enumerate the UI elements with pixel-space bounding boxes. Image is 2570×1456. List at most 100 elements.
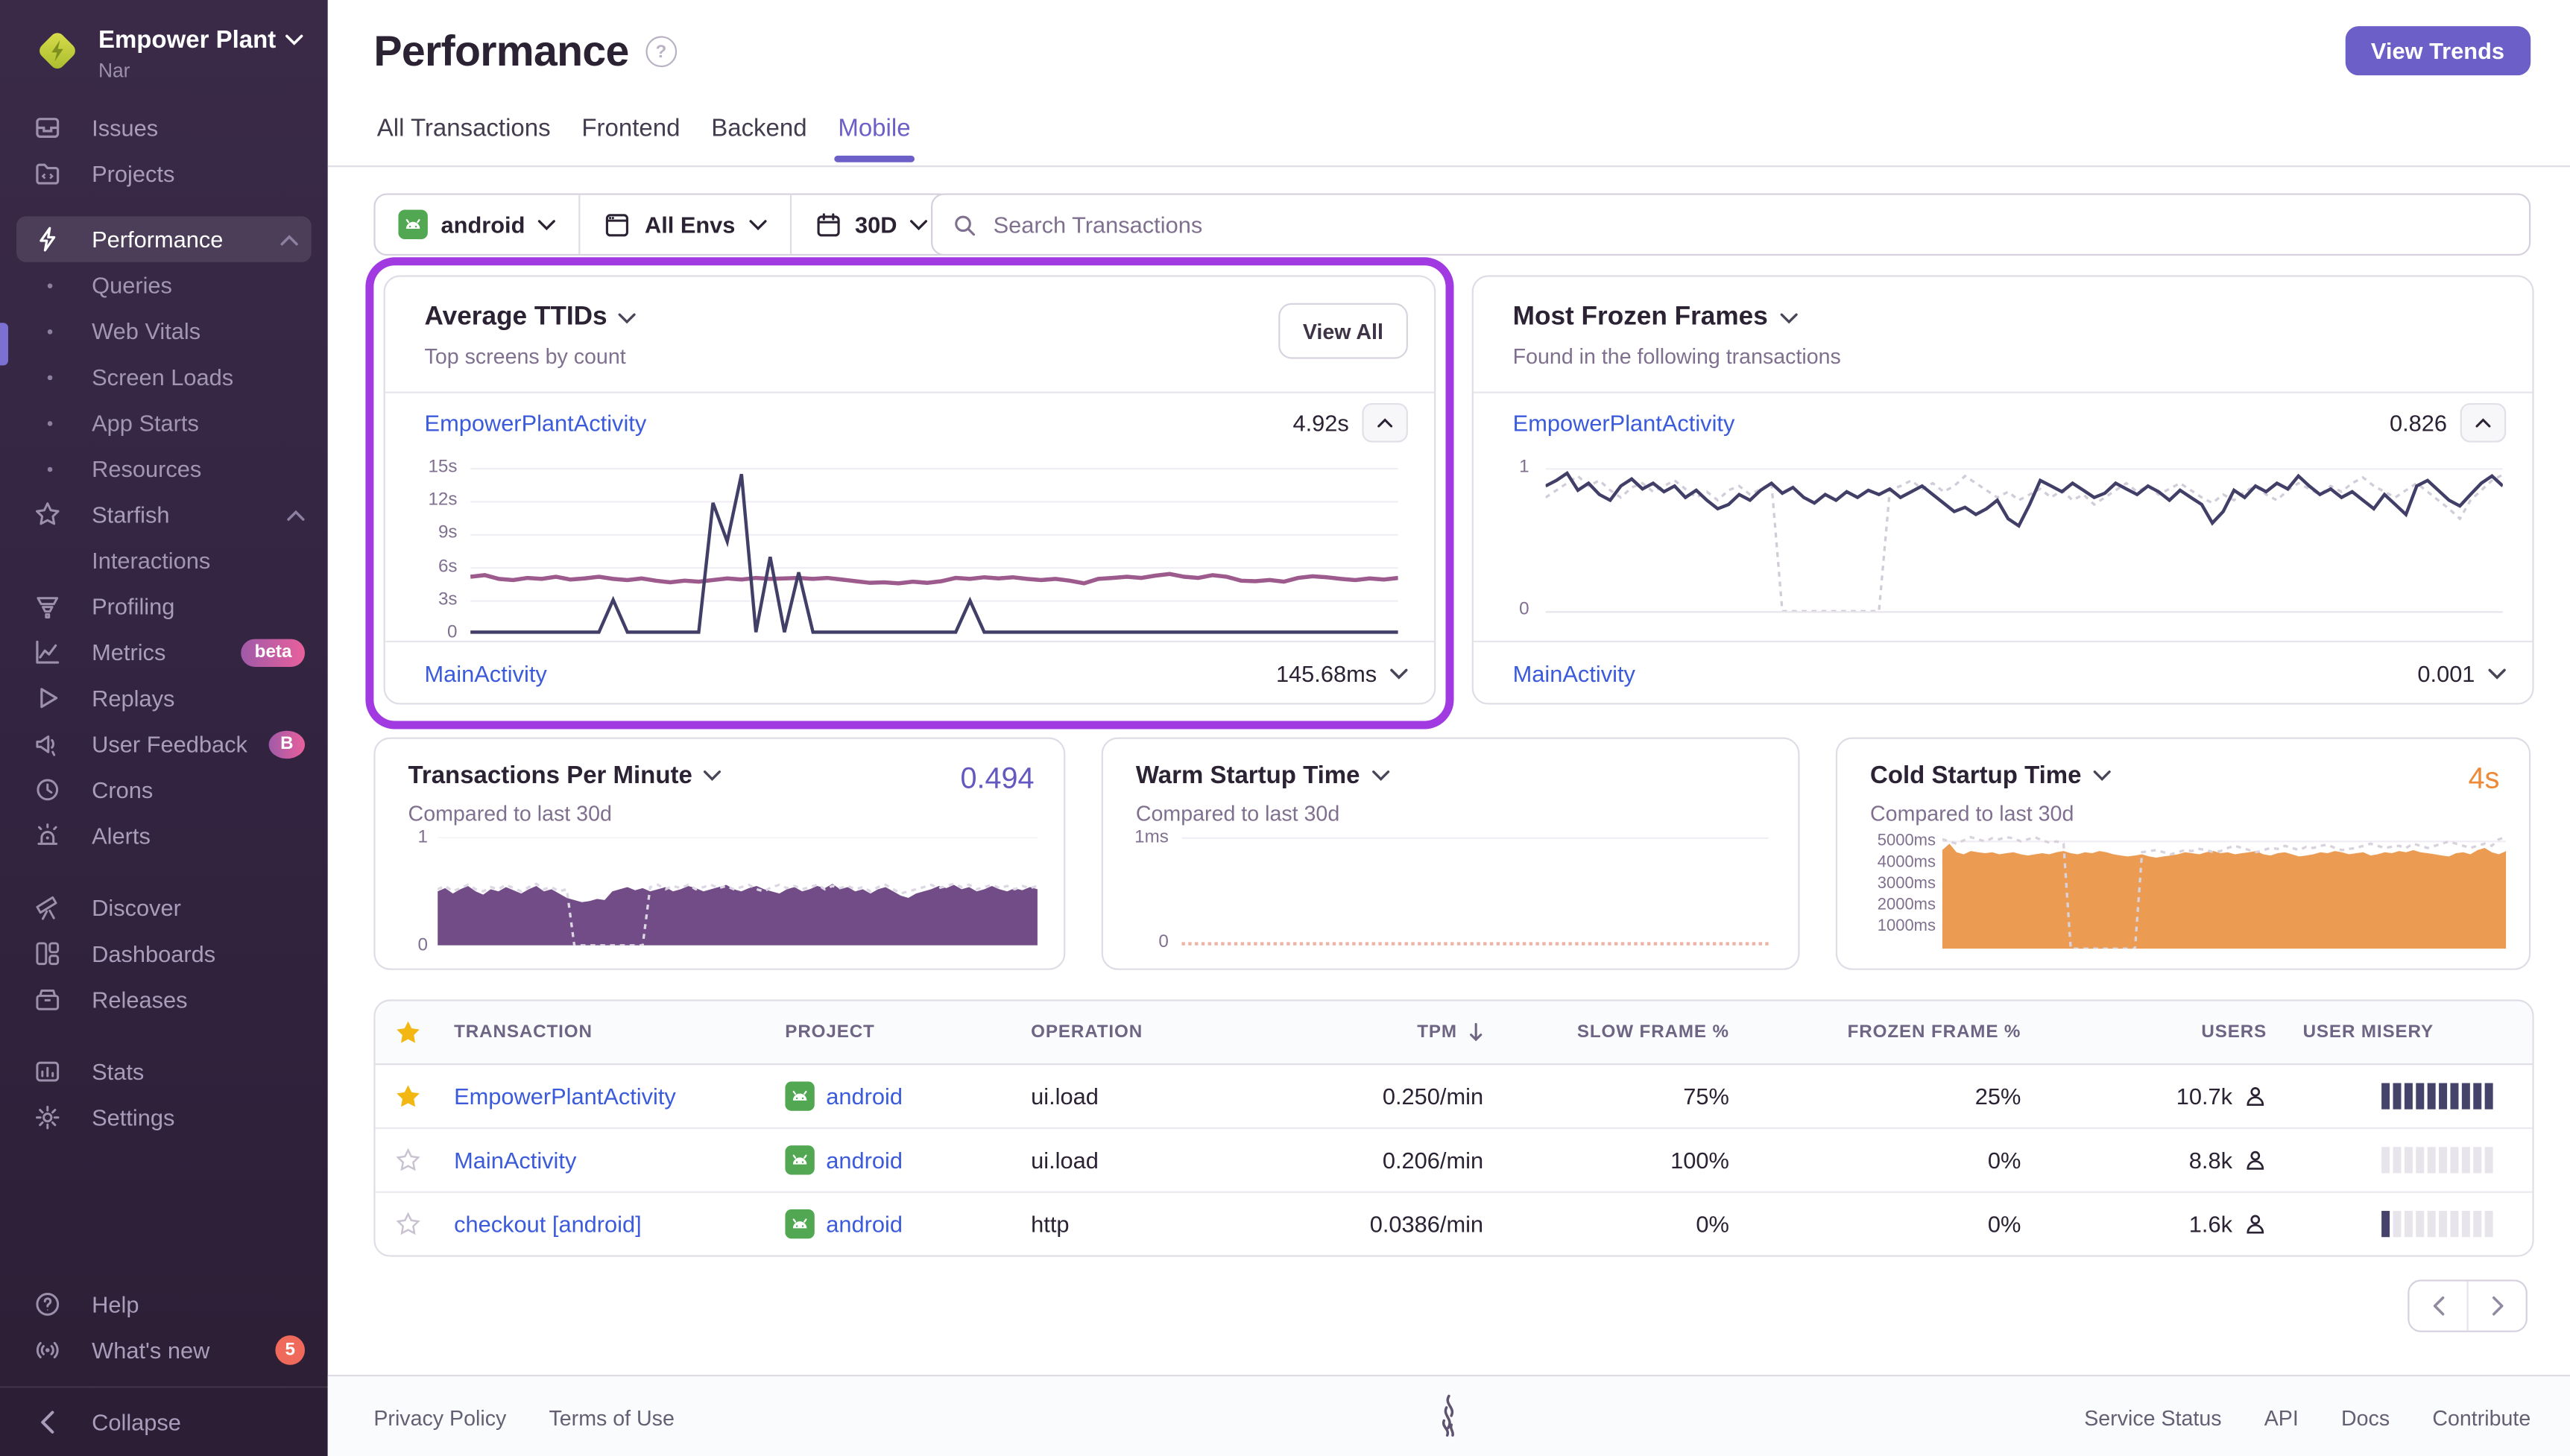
y-axis-label: 0 bbox=[447, 622, 458, 643]
card-subtitle: Compared to last 30d bbox=[1135, 801, 1340, 826]
chevron-up-icon bbox=[287, 509, 305, 520]
sidebar-item-discover[interactable]: Discover bbox=[0, 884, 328, 931]
chevron-left-icon bbox=[2432, 1296, 2444, 1316]
org-switcher[interactable]: Empower Plant Nar bbox=[33, 26, 304, 82]
sidebar-item-label: Issues bbox=[92, 114, 159, 142]
sidebar-item-label: Crons bbox=[92, 776, 154, 803]
sidebar-item-releases[interactable]: Releases bbox=[0, 977, 328, 1023]
sidebar-item-profiling[interactable]: Profiling bbox=[0, 583, 328, 630]
sidebar-item-settings[interactable]: Settings bbox=[0, 1095, 328, 1141]
user-misery-bars bbox=[2293, 1083, 2519, 1110]
sidebar-item-metrics[interactable]: Metrics beta bbox=[0, 629, 328, 675]
transaction-link[interactable]: checkout [android] bbox=[454, 1211, 642, 1237]
sidebar-item-dashboards[interactable]: Dashboards bbox=[0, 931, 328, 977]
column-header-transaction[interactable]: TRANSACTION bbox=[441, 1022, 772, 1042]
project-filter-dropdown[interactable]: android bbox=[376, 195, 579, 254]
sidebar-item-app-starts[interactable]: App Starts bbox=[0, 400, 328, 446]
terms-of-use-link[interactable]: Terms of Use bbox=[549, 1405, 674, 1430]
tab-frontend[interactable]: Frontend bbox=[578, 115, 683, 162]
star-filled-icon[interactable] bbox=[395, 1019, 421, 1045]
sidebar-item-interactions[interactable]: Interactions bbox=[0, 537, 328, 583]
transaction-link[interactable]: EmpowerPlantActivity bbox=[425, 410, 647, 436]
column-header-project[interactable]: PROJECT bbox=[772, 1022, 1018, 1042]
view-all-button[interactable]: View All bbox=[1278, 303, 1408, 359]
docs-link[interactable]: Docs bbox=[2341, 1405, 2390, 1430]
column-header-slow-frame[interactable]: SLOW FRAME % bbox=[1497, 1022, 1743, 1042]
sidebar-collapse-button[interactable]: Collapse bbox=[0, 1386, 328, 1456]
expand-chart-button[interactable] bbox=[2488, 668, 2506, 679]
transaction-link[interactable]: EmpowerPlantActivity bbox=[454, 1083, 676, 1110]
column-header-tpm[interactable]: TPM bbox=[1247, 1022, 1496, 1042]
star-outline-icon[interactable] bbox=[395, 1211, 421, 1237]
collapse-chart-button[interactable] bbox=[2460, 402, 2507, 443]
expand-chart-button[interactable] bbox=[1390, 668, 1408, 679]
sidebar-item-replays[interactable]: Replays bbox=[0, 675, 328, 721]
sidebar-item-label: Starfish bbox=[92, 501, 170, 528]
card-title[interactable]: Transactions Per Minute bbox=[408, 762, 722, 790]
sidebar-item-queries[interactable]: Queries bbox=[0, 262, 328, 308]
table-row: checkout [android] android http 0.0386/m… bbox=[375, 1191, 2533, 1256]
view-trends-button[interactable]: View Trends bbox=[2344, 26, 2531, 76]
column-header-users[interactable]: USERS bbox=[2034, 1022, 2280, 1042]
column-header-frozen-frame[interactable]: FROZEN FRAME % bbox=[1743, 1022, 2034, 1042]
sidebar-item-web-vitals[interactable]: Web Vitals bbox=[0, 308, 328, 354]
privacy-policy-link[interactable]: Privacy Policy bbox=[373, 1405, 506, 1430]
column-header-user-misery[interactable]: USER MISERY bbox=[2280, 1022, 2533, 1042]
environment-filter-dropdown[interactable]: All Envs bbox=[578, 194, 789, 254]
chevron-left-icon bbox=[33, 1408, 63, 1437]
slow-frame-cell: 0% bbox=[1696, 1211, 1729, 1238]
help-icon bbox=[33, 1290, 63, 1320]
sidebar-item-alerts[interactable]: Alerts bbox=[0, 813, 328, 859]
sidebar-item-screen-loads[interactable]: Screen Loads bbox=[0, 354, 328, 400]
search-transactions-input[interactable] bbox=[990, 209, 2510, 240]
card-title[interactable]: Cold Startup Time bbox=[1870, 762, 2111, 790]
sidebar-item-help[interactable]: Help bbox=[0, 1282, 328, 1328]
api-link[interactable]: API bbox=[2264, 1405, 2299, 1430]
transaction-link[interactable]: MainActivity bbox=[1513, 660, 1635, 686]
sidebar-item-resources[interactable]: Resources bbox=[0, 446, 328, 492]
tab-all-transactions[interactable]: All Transactions bbox=[373, 115, 554, 162]
sidebar-item-stats[interactable]: Stats bbox=[0, 1048, 328, 1095]
sidebar-item-issues[interactable]: Issues bbox=[0, 105, 328, 151]
help-tooltip-icon[interactable]: ? bbox=[645, 36, 677, 68]
chevron-down-icon bbox=[1390, 668, 1408, 679]
transaction-link[interactable]: MainActivity bbox=[454, 1147, 576, 1173]
contribute-link[interactable]: Contribute bbox=[2432, 1405, 2530, 1430]
sidebar-item-whats-new[interactable]: What's new 5 bbox=[0, 1327, 328, 1373]
metric-value: 4.92s bbox=[1292, 409, 1349, 436]
transaction-link[interactable]: EmpowerPlantActivity bbox=[1513, 410, 1735, 436]
tab-backend[interactable]: Backend bbox=[708, 115, 810, 162]
chevron-up-icon bbox=[280, 234, 298, 245]
pagination bbox=[2408, 1279, 2528, 1332]
card-title[interactable]: Average TTIDs bbox=[425, 303, 637, 333]
card-title[interactable]: Warm Startup Time bbox=[1136, 762, 1389, 790]
previous-page-button[interactable] bbox=[2409, 1281, 2467, 1331]
frozen-frames-line-chart bbox=[1545, 468, 2503, 612]
sidebar-item-starfish[interactable]: Starfish bbox=[0, 492, 328, 538]
collapse-chart-button[interactable] bbox=[1362, 402, 1408, 443]
next-page-button[interactable] bbox=[2466, 1281, 2526, 1331]
sidebar-nav: Issues Projects Performance Queries Web … bbox=[0, 105, 328, 1141]
whats-new-count-badge: 5 bbox=[275, 1335, 306, 1365]
sidebar-item-label: Alerts bbox=[92, 822, 151, 849]
project-link[interactable]: android bbox=[826, 1083, 903, 1110]
date-range-dropdown[interactable]: 30D bbox=[789, 194, 951, 254]
star-filled-icon[interactable] bbox=[395, 1083, 421, 1110]
column-header-operation[interactable]: OPERATION bbox=[1018, 1022, 1248, 1042]
performance-icon bbox=[33, 224, 63, 254]
gear-icon bbox=[33, 1103, 63, 1133]
project-link[interactable]: android bbox=[826, 1211, 903, 1237]
sidebar-item-label: Stats bbox=[92, 1058, 145, 1085]
card-title[interactable]: Most Frozen Frames bbox=[1513, 303, 1841, 333]
tab-mobile[interactable]: Mobile bbox=[834, 115, 915, 162]
project-link[interactable]: android bbox=[826, 1147, 903, 1173]
sidebar-item-performance[interactable]: Performance bbox=[16, 216, 312, 262]
star-outline-icon[interactable] bbox=[395, 1147, 421, 1173]
service-status-link[interactable]: Service Status bbox=[2084, 1405, 2221, 1430]
transaction-link[interactable]: MainActivity bbox=[425, 660, 547, 686]
sidebar-item-projects[interactable]: Projects bbox=[0, 151, 328, 197]
sidebar-item-label: Collapse bbox=[92, 1409, 181, 1436]
beta-badge: beta bbox=[241, 638, 306, 666]
sidebar-item-crons[interactable]: Crons bbox=[0, 767, 328, 813]
sidebar-item-user-feedback[interactable]: User Feedback B bbox=[0, 721, 328, 767]
